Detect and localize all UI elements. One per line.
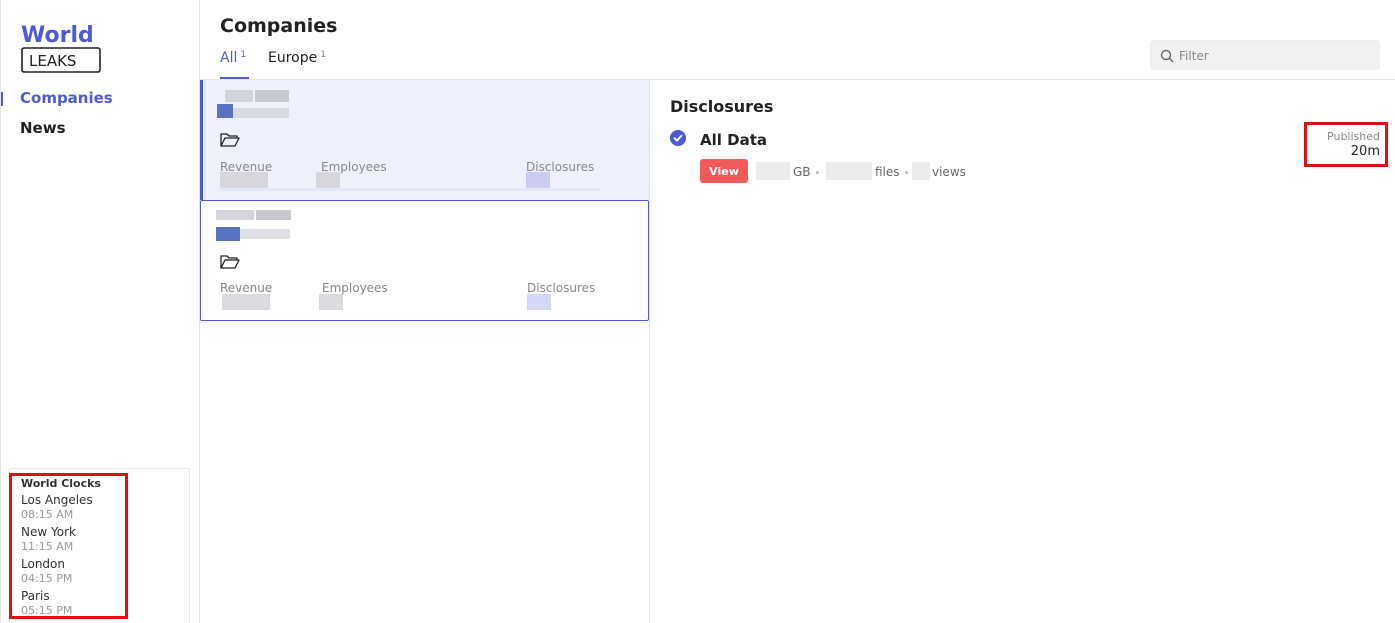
check-circle-icon xyxy=(670,130,686,146)
clock-city-new-york: New York xyxy=(21,525,76,539)
redacted-employees-value xyxy=(316,172,340,188)
page-header: Companies All 1 Europe 1 xyxy=(200,0,1395,80)
page-title: Companies xyxy=(220,15,338,37)
files-label: files xyxy=(875,165,900,179)
published-value: 20m xyxy=(1350,144,1380,159)
clock-time-london: 04:15 PM xyxy=(21,572,73,585)
tab-europe-label: Europe xyxy=(268,50,318,66)
tab-europe[interactable]: Europe 1 xyxy=(268,50,326,66)
size-unit: GB xyxy=(793,165,811,179)
redacted-revenue-value xyxy=(222,294,270,310)
svg-text:World: World xyxy=(21,23,94,48)
tab-europe-count: 1 xyxy=(320,50,326,60)
redacted-company-name xyxy=(225,90,253,102)
redacted-company-name xyxy=(216,210,254,220)
redacted-company-name xyxy=(256,210,291,220)
filter-input[interactable] xyxy=(1179,46,1369,66)
filter-box[interactable] xyxy=(1150,40,1380,70)
world-clocks-title: World Clocks xyxy=(21,477,101,490)
disclosures-panel: Disclosures All Data View GB files views… xyxy=(650,80,1395,623)
world-leaks-logo[interactable]: World LEAKS xyxy=(19,18,103,76)
tab-all-count: 1 xyxy=(240,50,247,60)
redacted-views-count xyxy=(912,162,930,180)
clock-city-london: London xyxy=(21,557,65,571)
redacted-disclosures-value xyxy=(527,294,551,310)
separator-dot xyxy=(905,171,908,174)
disclosure-name[interactable]: All Data xyxy=(700,131,767,149)
clock-time-paris: 05:15 PM xyxy=(21,604,73,617)
separator-dot xyxy=(816,171,819,174)
redacted-company-url xyxy=(240,229,290,239)
revenue-label: Revenue xyxy=(220,281,273,295)
clock-city-los-angeles: Los Angeles xyxy=(21,493,93,507)
clock-city-paris: Paris xyxy=(21,589,50,603)
card-divider xyxy=(220,188,600,191)
view-button[interactable]: View xyxy=(700,159,748,183)
search-icon xyxy=(1160,49,1174,63)
redacted-company-name xyxy=(255,90,289,102)
views-label: views xyxy=(932,165,966,179)
redacted-size-value xyxy=(756,162,790,180)
nav-companies[interactable]: Companies xyxy=(20,89,113,107)
disclosures-title: Disclosures xyxy=(670,97,774,116)
redacted-company-url xyxy=(217,104,233,118)
app-window: World LEAKS Companies News World Clocks … xyxy=(0,0,1395,623)
redacted-files-count xyxy=(826,162,872,180)
folder-icon xyxy=(220,255,240,269)
tab-all[interactable]: All 1 xyxy=(220,50,246,66)
published-label: Published xyxy=(1327,130,1380,143)
company-card[interactable]: Revenue Employees Disclosures xyxy=(200,200,649,321)
redacted-revenue-value xyxy=(220,172,268,188)
redacted-employees-value xyxy=(319,294,343,310)
active-nav-marker xyxy=(1,92,3,106)
redacted-company-url xyxy=(233,108,289,118)
disclosures-label: Disclosures xyxy=(527,281,596,295)
clock-time-los-angeles: 08:15 AM xyxy=(21,508,74,521)
company-card[interactable]: Revenue Employees Disclosures xyxy=(200,80,649,200)
folder-icon xyxy=(220,133,240,147)
redacted-company-url xyxy=(216,227,240,241)
nav-news[interactable]: News xyxy=(20,119,66,137)
employees-label: Employees xyxy=(322,281,388,295)
company-list: Revenue Employees Disclosures Revenue Em… xyxy=(200,80,650,623)
svg-text:LEAKS: LEAKS xyxy=(29,52,76,70)
tab-all-label: All xyxy=(220,50,238,66)
clock-time-new-york: 11:15 AM xyxy=(21,540,74,553)
redacted-disclosures-value xyxy=(526,172,550,188)
active-tab-underline xyxy=(220,77,249,79)
